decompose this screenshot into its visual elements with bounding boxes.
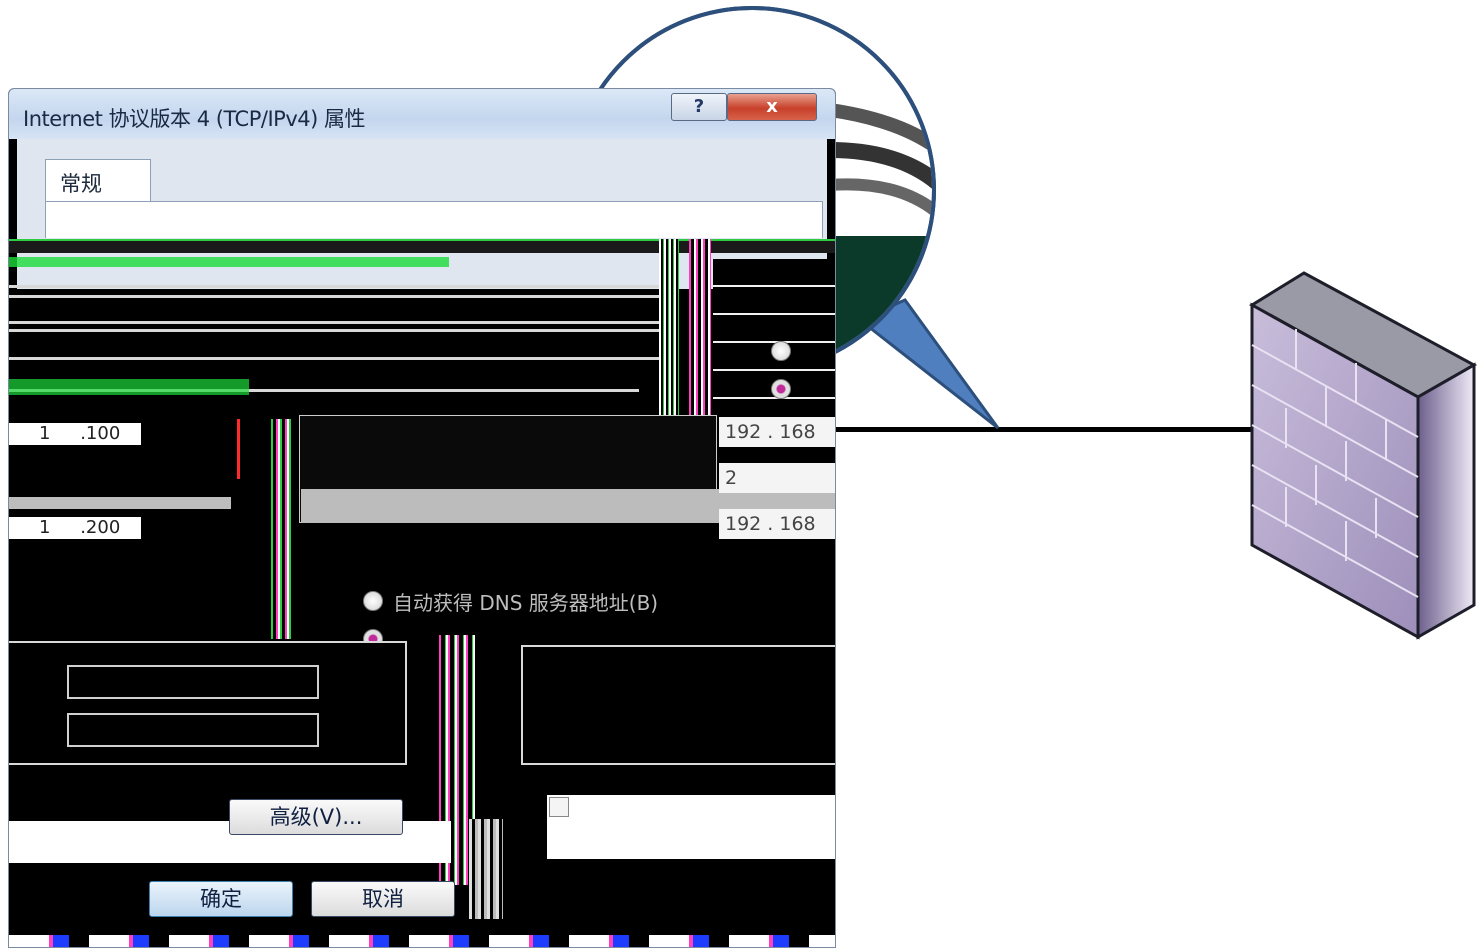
ip-field-right-1[interactable]: 192 . 168: [719, 417, 835, 447]
dialog-title: Internet 协议版本 4 (TCP/IPv4) 属性: [23, 107, 365, 131]
advanced-button[interactable]: 高级(V)...: [229, 799, 403, 835]
glitch-column: [659, 239, 679, 419]
glitch-band: [9, 239, 835, 253]
ip-suffix-2: .200: [80, 517, 121, 538]
firewall-icon: [1249, 271, 1478, 640]
ip-field-left-2[interactable]: 1 .200: [9, 517, 141, 539]
glitch-band: [9, 357, 659, 360]
tab-general[interactable]: 常规: [45, 159, 151, 202]
cancel-button-label: 取消: [362, 887, 404, 911]
glitch-column: [469, 819, 503, 919]
glitch-stripe: [9, 257, 449, 267]
ip-field-right-3[interactable]: 192 . 168: [719, 509, 835, 539]
dns-input-2[interactable]: [67, 713, 319, 747]
radio-option-b[interactable]: [771, 379, 791, 399]
right-ip-1: 192 . 168: [725, 421, 816, 443]
glitch-band: [9, 285, 659, 288]
validate-checkbox[interactable]: [549, 797, 569, 817]
help-button[interactable]: ?: [671, 93, 727, 121]
radio-option-a[interactable]: [771, 341, 791, 361]
ip-octet-2: 1: [39, 517, 51, 538]
right-ip-2: 2: [725, 467, 738, 489]
close-button[interactable]: x: [727, 93, 817, 121]
glitch-column: [271, 419, 293, 639]
cancel-button[interactable]: 取消: [311, 881, 455, 917]
ip-field-right-2[interactable]: 2: [719, 463, 835, 493]
right-ip-3: 192 . 168: [725, 513, 816, 535]
close-icon: x: [766, 96, 778, 117]
tab-general-label: 常规: [60, 172, 102, 196]
glitch-band: [9, 295, 659, 298]
tcpip-properties-dialog: Internet 协议版本 4 (TCP/IPv4) 属性 ? x 常规 1 .…: [8, 88, 836, 948]
glitch-stripe: [9, 379, 249, 395]
ip-suffix-1: .100: [80, 423, 121, 444]
ip-field-left-1[interactable]: 1 .100: [9, 423, 141, 445]
question-icon: ?: [693, 96, 705, 117]
glitch-band: [9, 497, 231, 509]
glitch-bottom-strip: [9, 935, 835, 947]
glitch-column: [237, 419, 240, 479]
glitch-band: [9, 321, 659, 324]
ok-button[interactable]: 确定: [149, 881, 293, 917]
dns-input-1[interactable]: [67, 665, 319, 699]
glitch-band: [9, 329, 659, 332]
dns-group-right: [521, 645, 835, 765]
ok-button-label: 确定: [200, 887, 242, 911]
lower-band-right: [547, 795, 835, 859]
glitch-column: [689, 239, 711, 419]
ip-octet-1: 1: [39, 423, 51, 444]
dns-auto-label: 自动获得 DNS 服务器地址(B): [393, 591, 659, 615]
dns-auto-radio[interactable]: [363, 591, 383, 611]
advanced-button-label: 高级(V)...: [269, 805, 363, 829]
dialog-titlebar: Internet 协议版本 4 (TCP/IPv4) 属性 ? x: [9, 89, 835, 139]
general-panel-top: [45, 201, 823, 238]
